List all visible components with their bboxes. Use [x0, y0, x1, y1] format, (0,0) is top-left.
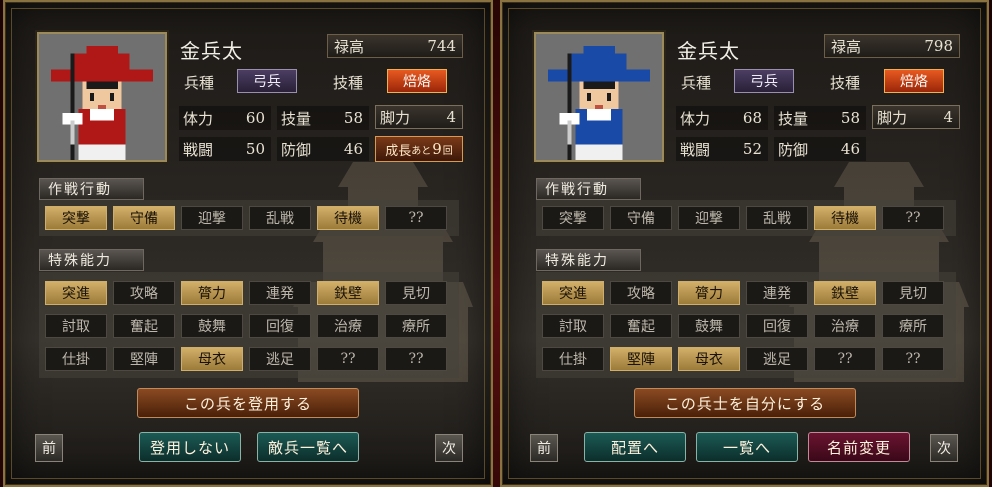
stat-defense: 防御 46	[277, 137, 369, 161]
tactics-title: 作戦行動	[536, 178, 641, 200]
stipend-box: 禄高 744	[327, 34, 463, 58]
stat-legs: 脚力 4	[872, 105, 960, 129]
ability-chip-6[interactable]: 討取	[542, 314, 604, 338]
tactic-chip-2[interactable]: 迎撃	[181, 206, 243, 230]
tactic-chip-3[interactable]: 乱戦	[746, 206, 808, 230]
ability-chip-1[interactable]: 攻略	[610, 281, 672, 305]
ability-chip-13[interactable]: 堅陣	[113, 347, 175, 371]
stat-hp: 体力 60	[179, 106, 271, 130]
ability-chip-7[interactable]: 奮起	[610, 314, 672, 338]
stipend-box: 禄高 798	[824, 34, 960, 58]
tactic-chip-5[interactable]: ??	[882, 206, 944, 230]
ability-chip-12[interactable]: 仕掛	[542, 347, 604, 371]
ability-chip-16[interactable]: ??	[814, 347, 876, 371]
tactic-chip-5[interactable]: ??	[385, 206, 447, 230]
tactic-chip-4[interactable]: 待機	[317, 206, 379, 230]
soldier-portrait	[37, 32, 167, 162]
ability-chip-2[interactable]: 膂力	[678, 281, 740, 305]
prev-button[interactable]: 前	[35, 434, 63, 462]
soldier-panel-right: 金兵太 禄高 798 兵種 弓兵 技種 焙烙 体力 68 技量 58 脚力 4 …	[500, 0, 989, 487]
stipend-value: 798	[924, 37, 953, 55]
ability-chip-7[interactable]: 奮起	[113, 314, 175, 338]
soldier-panel-left: 金兵太 禄高 744 兵種 弓兵 技種 焙烙 体力 60 技量 58 脚力 4 …	[3, 0, 493, 487]
soldier-name: 金兵太	[180, 39, 243, 63]
stipend-value: 744	[427, 37, 456, 55]
tactic-chip-2[interactable]: 迎撃	[678, 206, 740, 230]
ability-chip-0[interactable]: 突進	[45, 281, 107, 305]
tactics-title: 作戦行動	[39, 178, 144, 200]
class-label: 兵種	[184, 74, 215, 92]
ability-chip-1[interactable]: 攻略	[113, 281, 175, 305]
ability-chip-14[interactable]: 母衣	[678, 347, 740, 371]
stat-combat: 戦闘 50	[179, 137, 271, 161]
ability-chip-11[interactable]: 療所	[882, 314, 944, 338]
class-label: 兵種	[681, 74, 712, 92]
skill-value: 焙烙	[884, 69, 944, 93]
ability-chip-13[interactable]: 堅陣	[610, 347, 672, 371]
prev-button[interactable]: 前	[530, 434, 558, 462]
tactic-chip-4[interactable]: 待機	[814, 206, 876, 230]
soldier-name: 金兵太	[677, 39, 740, 63]
class-value: 弓兵	[734, 69, 794, 93]
stat-skill: 技量 58	[774, 106, 866, 130]
hat-brim	[547, 69, 651, 82]
hat-brim	[50, 69, 154, 82]
next-button[interactable]: 次	[435, 434, 463, 462]
stipend-label: 禄高	[831, 37, 862, 56]
skill-label: 技種	[830, 74, 861, 92]
ability-chip-16[interactable]: ??	[317, 347, 379, 371]
decline-button[interactable]: 登用しない	[139, 432, 241, 462]
enemy-list-button[interactable]: 敵兵一覧へ	[257, 432, 359, 462]
deploy-button[interactable]: 配置へ	[584, 432, 686, 462]
tactic-chip-1[interactable]: 守備	[610, 206, 672, 230]
tactic-chip-0[interactable]: 突撃	[542, 206, 604, 230]
ability-chip-14[interactable]: 母衣	[181, 347, 243, 371]
class-value: 弓兵	[237, 69, 297, 93]
ability-chip-10[interactable]: 治療	[317, 314, 379, 338]
skill-label: 技種	[333, 74, 364, 92]
ability-chip-9[interactable]: 回復	[746, 314, 808, 338]
abilities-title: 特殊能力	[536, 249, 641, 271]
make-self-button[interactable]: この兵士を自分にする	[634, 388, 856, 418]
ability-chip-10[interactable]: 治療	[814, 314, 876, 338]
recruit-button[interactable]: この兵を登用する	[137, 388, 359, 418]
stat-skill: 技量 58	[277, 106, 369, 130]
ability-chip-17[interactable]: ??	[385, 347, 447, 371]
stat-combat: 戦闘 52	[676, 137, 768, 161]
stat-defense: 防御 46	[774, 137, 866, 161]
ability-chip-15[interactable]: 逃足	[746, 347, 808, 371]
ability-chip-12[interactable]: 仕掛	[45, 347, 107, 371]
ability-chip-5[interactable]: 見切	[385, 281, 447, 305]
ability-chip-0[interactable]: 突進	[542, 281, 604, 305]
list-button[interactable]: 一覧へ	[696, 432, 798, 462]
stipend-label: 禄高	[334, 37, 365, 56]
ability-chip-11[interactable]: 療所	[385, 314, 447, 338]
stat-hp: 体力 68	[676, 106, 768, 130]
abilities-title: 特殊能力	[39, 249, 144, 271]
ability-chip-2[interactable]: 膂力	[181, 281, 243, 305]
rename-button[interactable]: 名前変更	[808, 432, 910, 462]
ability-chip-17[interactable]: ??	[882, 347, 944, 371]
ability-chip-15[interactable]: 逃足	[249, 347, 311, 371]
ability-chip-4[interactable]: 鉄壁	[317, 281, 379, 305]
tactic-chip-1[interactable]: 守備	[113, 206, 175, 230]
ability-chip-9[interactable]: 回復	[249, 314, 311, 338]
ability-chip-8[interactable]: 鼓舞	[678, 314, 740, 338]
tactic-chip-3[interactable]: 乱戦	[249, 206, 311, 230]
ability-chip-8[interactable]: 鼓舞	[181, 314, 243, 338]
ability-chip-4[interactable]: 鉄壁	[814, 281, 876, 305]
tactic-chip-0[interactable]: 突撃	[45, 206, 107, 230]
ability-chip-3[interactable]: 連発	[746, 281, 808, 305]
soldier-portrait	[534, 32, 664, 162]
stat-legs: 脚力 4	[375, 105, 463, 129]
next-button[interactable]: 次	[930, 434, 958, 462]
skill-value: 焙烙	[387, 69, 447, 93]
growth-remaining: 成長 あと 9 回	[375, 136, 463, 162]
ability-chip-5[interactable]: 見切	[882, 281, 944, 305]
ability-chip-3[interactable]: 連発	[249, 281, 311, 305]
ability-chip-6[interactable]: 討取	[45, 314, 107, 338]
